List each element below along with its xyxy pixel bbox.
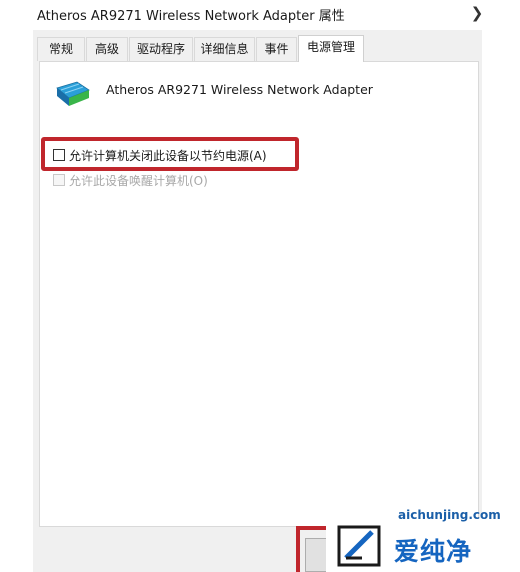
watermark-url: aichunjing.com xyxy=(398,508,501,522)
device-name: Atheros AR9271 Wireless Network Adapter xyxy=(106,82,373,97)
title-bar: Atheros AR9271 Wireless Network Adapter … xyxy=(0,0,520,30)
window-title: Atheros AR9271 Wireless Network Adapter … xyxy=(37,9,345,24)
tab-power-management[interactable]: 电源管理 xyxy=(298,35,364,62)
properties-dialog: Atheros AR9271 Wireless Network Adapter … xyxy=(0,0,520,572)
watermark: aichunjing.com 爱纯净 xyxy=(326,508,520,572)
allow-wake-label: 允许此设备唤醒计算机(O) xyxy=(69,173,208,188)
tab-general[interactable]: 常规 xyxy=(37,37,85,61)
allow-power-off-checkbox[interactable] xyxy=(53,149,65,161)
tab-advanced[interactable]: 高级 xyxy=(86,37,128,61)
close-icon[interactable]: ❯ xyxy=(468,2,486,24)
allow-wake-option: 允许此设备唤醒计算机(O) xyxy=(53,172,208,188)
power-management-panel xyxy=(39,61,479,527)
tab-details[interactable]: 详细信息 xyxy=(194,37,255,61)
allow-power-off-label: 允许计算机关闭此设备以节约电源(A) xyxy=(69,148,267,163)
right-background xyxy=(482,30,520,572)
tab-driver[interactable]: 驱动程序 xyxy=(129,37,193,61)
left-background xyxy=(0,30,33,572)
allow-wake-checkbox xyxy=(53,174,65,186)
tab-events[interactable]: 事件 xyxy=(256,37,297,61)
aichunjing-logo-icon xyxy=(337,525,381,567)
watermark-title: 爱纯净 xyxy=(394,537,473,566)
network-adapter-icon xyxy=(56,81,90,106)
allow-power-off-option[interactable]: 允许计算机关闭此设备以节约电源(A) xyxy=(53,147,267,163)
